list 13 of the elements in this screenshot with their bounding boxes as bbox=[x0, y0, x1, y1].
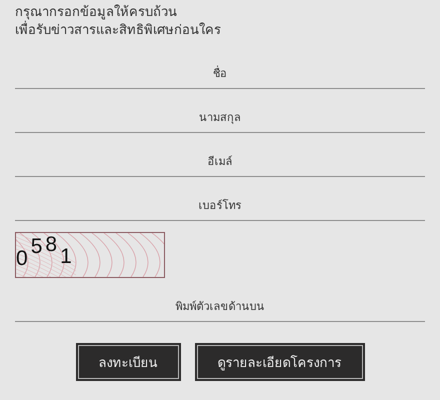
form-button[interactable]: ดูรายละเอียดโครงการ bbox=[194, 343, 364, 381]
input-field[interactable]: นามสกุล bbox=[15, 89, 425, 133]
input-field[interactable]: เบอร์โทร bbox=[15, 177, 425, 221]
input-field[interactable]: พิมพ์ตัวเลขด้านบน bbox=[15, 278, 425, 322]
input-field[interactable]: ชื่อ bbox=[15, 45, 425, 89]
intro-text: กรุณากรอกข้อมูลให้ครบถ้วน bbox=[15, 4, 178, 20]
captcha-digit: 0 bbox=[16, 247, 28, 271]
captcha-digit: 8 bbox=[45, 233, 58, 257]
intro-text: เพื่อรับข่าวสารและสิทธิพิเศษก่อนใคร bbox=[15, 22, 425, 40]
form-button[interactable]: ลงทะเบียน bbox=[76, 343, 180, 381]
captcha-digit: 5 bbox=[30, 235, 42, 259]
input-field[interactable]: อีเมล์ bbox=[15, 133, 425, 177]
captcha-digit: 1 bbox=[60, 245, 72, 269]
